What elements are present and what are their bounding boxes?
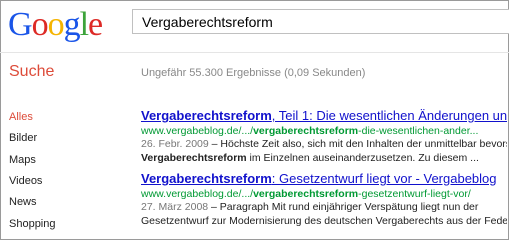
- result-title-text: , Teil 1: Die wesentlichen Änderungen un…: [271, 108, 507, 123]
- result-title-text: : Gesetzentwurf liegt vor - Vergabeblog: [271, 171, 497, 186]
- sidebar-item-bilder[interactable]: Bilder: [9, 132, 37, 144]
- logo-letter: o: [31, 6, 49, 43]
- logo-letter: g: [63, 6, 81, 43]
- result-snippet-line: 27. März 2008 – Paragraph Mit rund einjä…: [141, 201, 507, 215]
- result-title-link[interactable]: Vergaberechtsreform: Gesetzentwurf liegt…: [141, 171, 507, 187]
- sidebar-item-news[interactable]: News: [9, 196, 37, 208]
- result-date: 26. Febr. 2009: [141, 138, 209, 150]
- result-title-link[interactable]: Vergaberechtsreform, Teil 1: Die wesentl…: [141, 108, 507, 124]
- result-url-bold: vergaberechtsreform: [253, 188, 359, 200]
- page-title: Suche: [9, 63, 55, 80]
- sidebar-item-shopping[interactable]: Shopping: [9, 218, 56, 230]
- search-result: Vergaberechtsreform, Teil 1: Die wesentl…: [141, 108, 507, 165]
- result-snippet-text: – Paragraph Mit rund einjähriger Verspät…: [208, 201, 479, 213]
- result-url-prefix: www.vergabeblog.de/.../: [141, 188, 254, 200]
- logo-letter: e: [88, 6, 103, 43]
- search-box[interactable]: [132, 9, 509, 34]
- result-snippet-line: Vergaberechtsreform im Einzelnen auseina…: [141, 152, 507, 166]
- result-snippet-text: Gesetzentwurf zur Modernisierung des deu…: [141, 214, 507, 227]
- result-snippet-bold: Vergaberechtsreform: [141, 151, 247, 164]
- sidebar-item-alles[interactable]: Alles: [9, 111, 33, 123]
- result-url-prefix: www.vergabeblog.de/.../: [141, 125, 254, 137]
- result-date: 27. März 2008: [141, 201, 209, 213]
- logo-letter: o: [47, 6, 65, 43]
- result-url-suffix: -gesetzentwurf-liegt-vor/: [358, 188, 471, 200]
- result-url-suffix: -die-wesentlichen-ander...: [358, 125, 479, 137]
- sidebar-item-maps[interactable]: Maps: [9, 154, 36, 166]
- result-snippet-text: – Höchste Zeit also, sich mit den Inhalt…: [211, 138, 507, 150]
- google-logo[interactable]: Google: [8, 5, 103, 45]
- sidebar-item-videos[interactable]: Videos: [9, 175, 42, 187]
- result-snippet-text: im Einzelnen auseinanderzusetzen. Zu die…: [246, 151, 479, 164]
- header-divider: [0, 52, 509, 53]
- result-title-bold: Vergaberechtsreform: [141, 171, 272, 186]
- search-input[interactable]: [133, 10, 509, 33]
- result-url: www.vergabeblog.de/.../vergaberechtsrefo…: [141, 124, 507, 138]
- result-snippet-line: 26. Febr. 2009 – Höchste Zeit also, sich…: [141, 138, 507, 152]
- result-title-bold: Vergaberechtsreform: [141, 108, 272, 123]
- result-snippet-line: Gesetzentwurf zur Modernisierung des deu…: [141, 215, 507, 229]
- result-url: www.vergabeblog.de/.../vergaberechtsrefo…: [141, 187, 507, 201]
- search-result: Vergaberechtsreform: Gesetzentwurf liegt…: [141, 171, 507, 228]
- logo-letter: l: [79, 6, 90, 43]
- result-stats: Ungefähr 55.300 Ergebnisse (0,09 Sekunde…: [141, 67, 366, 79]
- result-url-bold: vergaberechtsreform: [253, 125, 359, 137]
- logo-letter: G: [8, 6, 33, 43]
